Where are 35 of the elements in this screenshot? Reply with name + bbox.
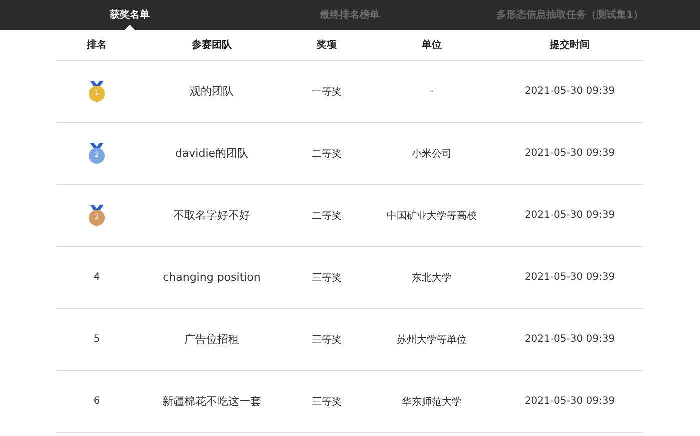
rank-cell: 4	[94, 272, 100, 283]
rank-cell: 6	[94, 396, 100, 407]
column-header: 奖项	[316, 38, 338, 52]
organization-cell-text: 华东师范大学	[402, 396, 462, 408]
time-cell: 2021-05-30 09:39	[524, 86, 616, 97]
column-header: 单位	[421, 38, 443, 52]
team-cell: 不取名字好不好	[174, 208, 250, 223]
time-cell: 2021-05-30 09:39	[524, 396, 616, 407]
column-header: 参赛团队	[191, 38, 233, 52]
organization-cell: -	[430, 86, 434, 97]
organization-cell-text: 苏州大学等单位	[397, 334, 467, 346]
team-cell: 新疆棉花不吃这一套	[162, 394, 262, 409]
award-cell-text: 三等奖	[312, 334, 342, 346]
award-cell-text: 三等奖	[312, 272, 342, 284]
organization-cell-text: 中国矿业大学等高校	[387, 210, 477, 222]
award-cell-text: 三等奖	[312, 396, 342, 408]
team-cell: davidie的团队	[175, 146, 249, 161]
tab[interactable]: 多形态信息抽取任务（测试集1）	[440, 0, 700, 30]
tab[interactable]: 获奖名单	[0, 0, 260, 30]
team-cell: 观的团队	[190, 84, 234, 99]
column-header: 排名	[86, 38, 108, 52]
award-cell-text: 二等奖	[312, 148, 342, 160]
organization-cell-text: 小米公司	[412, 148, 452, 160]
rank-cell: 5	[94, 334, 100, 345]
award-cell-text: 二等奖	[312, 210, 342, 222]
time-cell: 2021-05-30 09:39	[524, 334, 616, 345]
team-cell: 广告位招租	[184, 332, 240, 347]
time-cell: 2021-05-30 09:39	[524, 272, 616, 283]
time-cell: 2021-05-30 09:39	[524, 210, 616, 221]
column-header: 提交时间	[548, 38, 591, 52]
time-cell: 2021-05-30 09:39	[524, 148, 616, 159]
award-cell-text: 一等奖	[312, 86, 342, 98]
tab[interactable]: 最终排名榜单	[260, 0, 440, 30]
team-cell: changing position	[163, 271, 261, 284]
organization-cell-text: 东北大学	[412, 272, 452, 284]
